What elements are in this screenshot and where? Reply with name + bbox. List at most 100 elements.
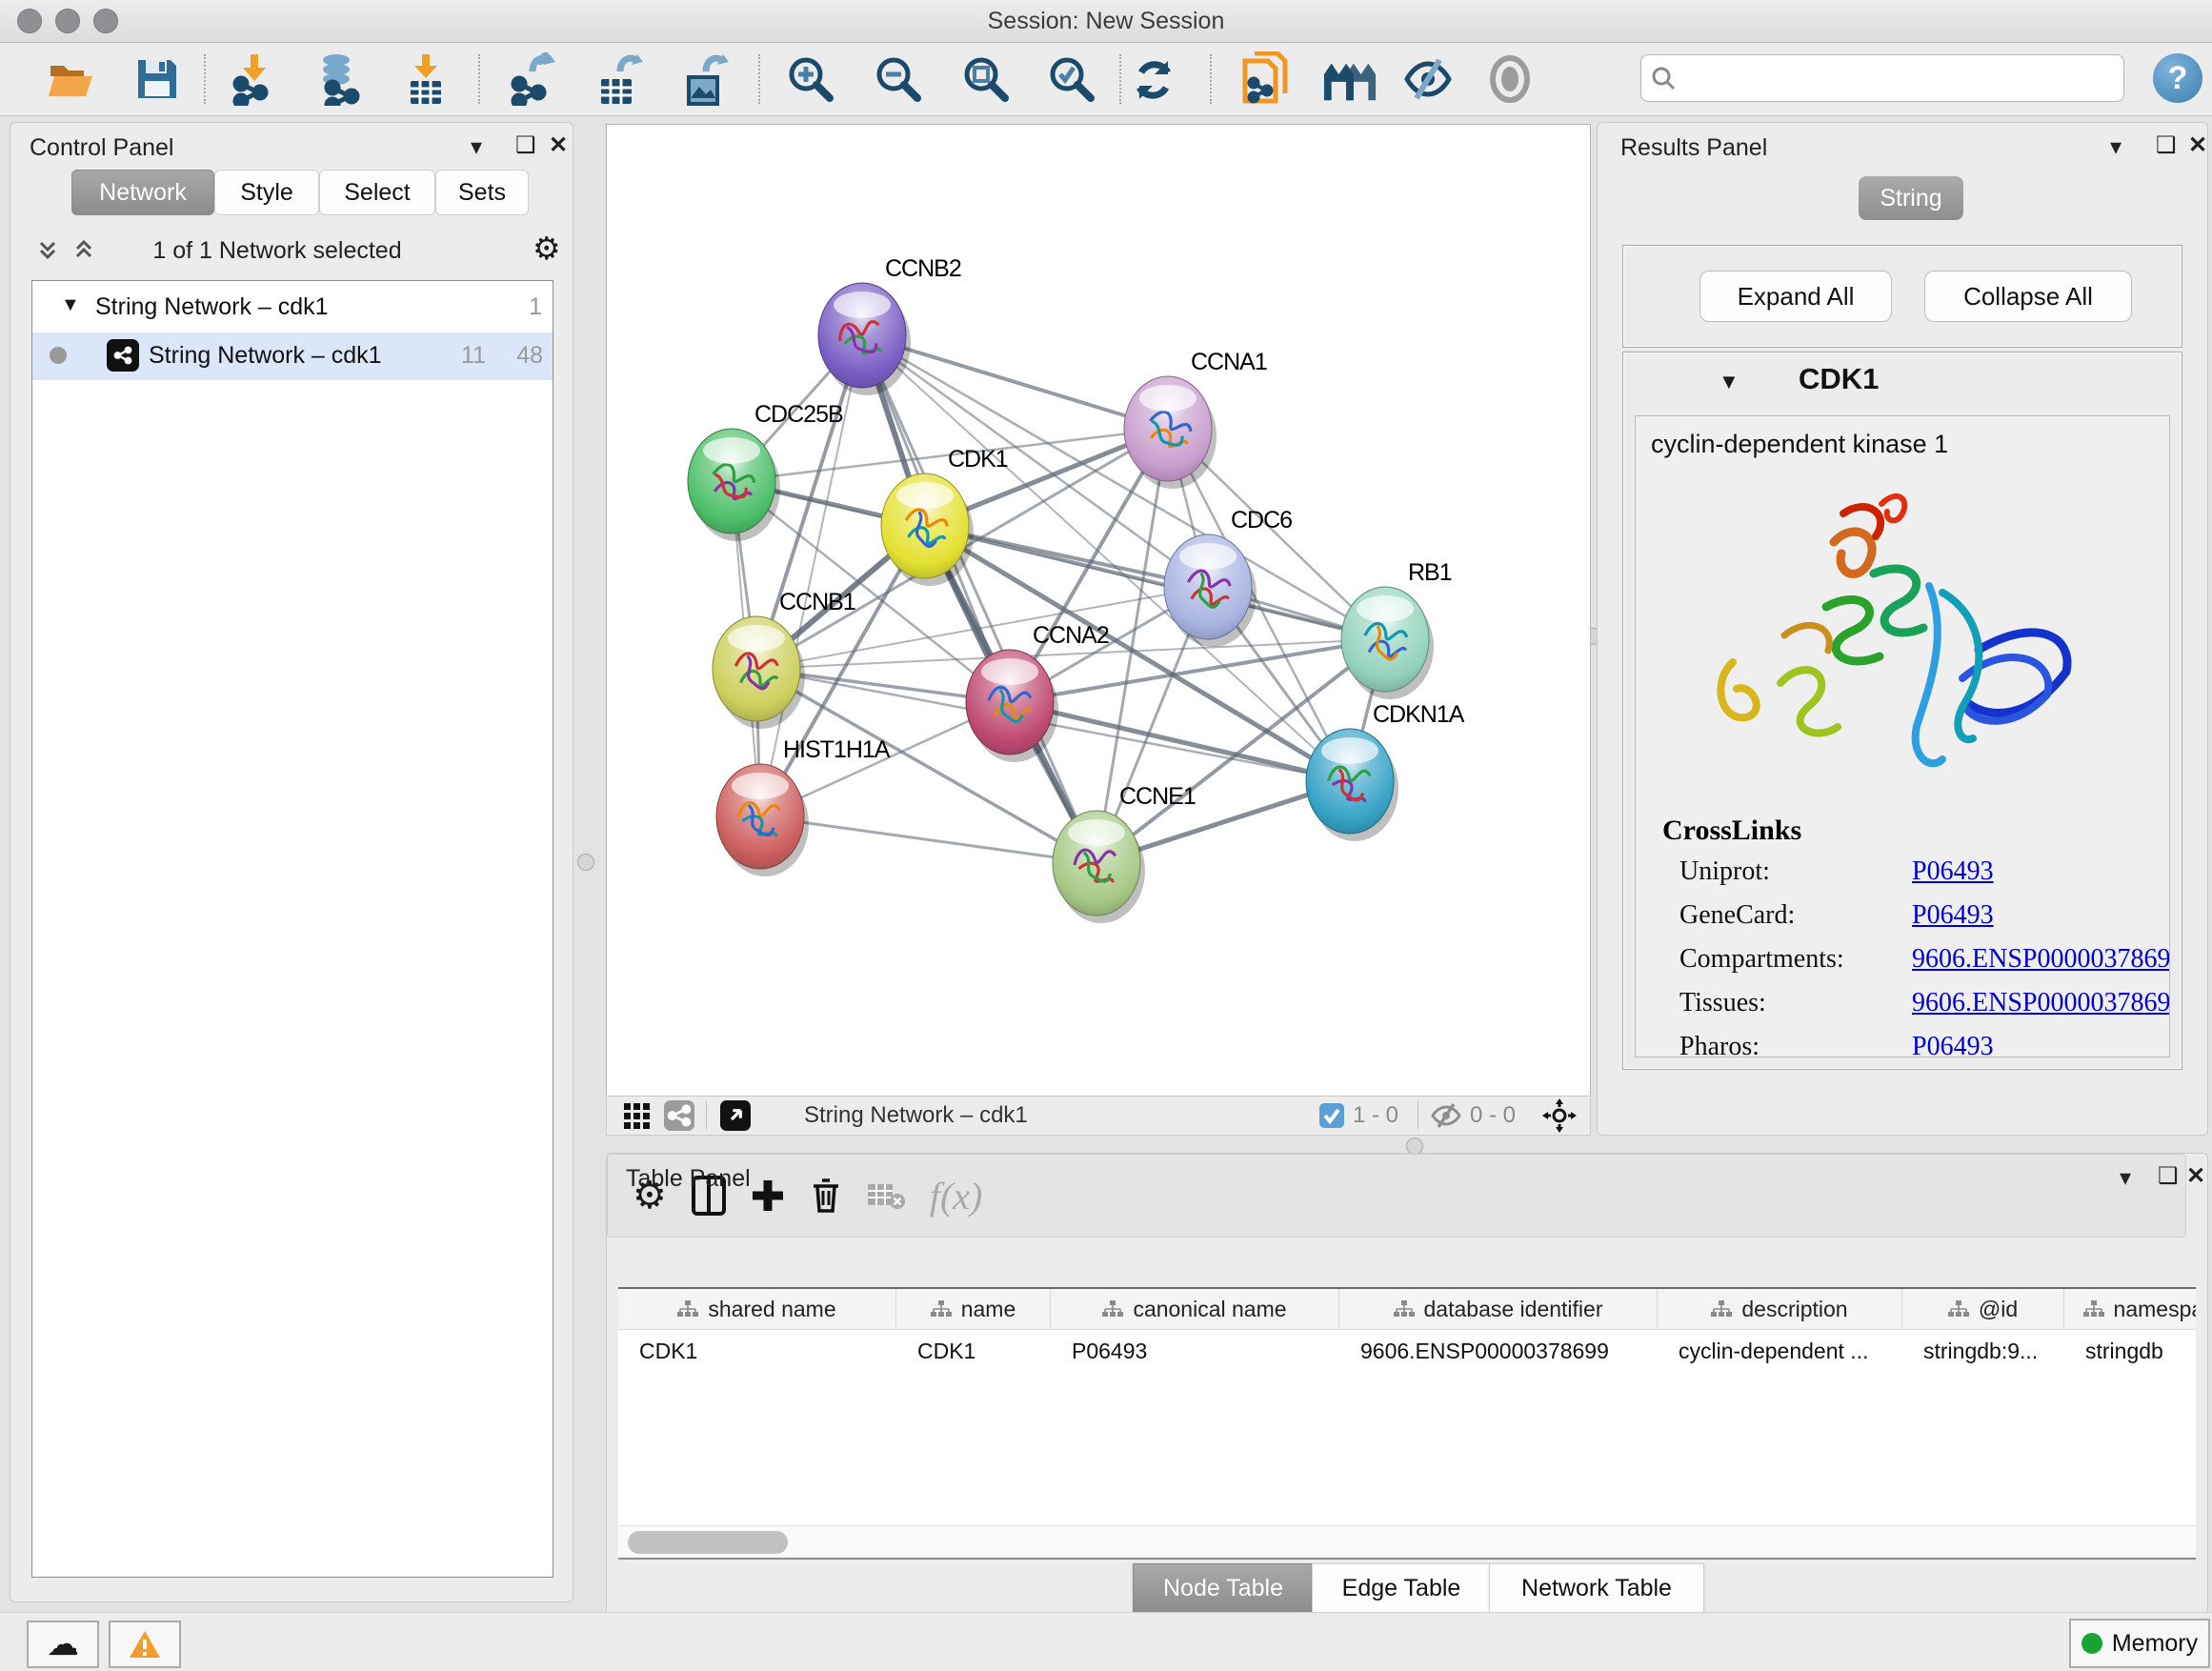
zoom-out-icon[interactable] [871, 50, 926, 108]
node-label: CDKN1A [1373, 701, 1465, 728]
memory-status-dot [2081, 1633, 2102, 1654]
first-neighbors-icon[interactable] [1322, 50, 1377, 108]
zoom-in-icon[interactable] [783, 50, 838, 108]
protein-structure-image[interactable] [1693, 483, 2112, 797]
network-node[interactable]: HIST1H1A [716, 736, 891, 876]
delete-column-icon[interactable] [810, 1177, 842, 1215]
table-cell[interactable]: cyclin-dependent ... [1658, 1339, 1902, 1364]
import-table-file-icon[interactable] [398, 50, 453, 108]
tab-node-table[interactable]: Node Table [1133, 1563, 1314, 1613]
hide-selected-icon[interactable] [1400, 50, 1456, 108]
network-row-selected[interactable]: String Network – cdk1 11 48 [32, 332, 553, 380]
horizontal-scrollbar[interactable] [618, 1525, 2196, 1559]
table-cell[interactable]: CDK1 [896, 1339, 1051, 1364]
panel-close-icon[interactable]: ✕ [2186, 1165, 2205, 1188]
warnings-button[interactable] [109, 1621, 181, 1668]
tab-sets[interactable]: Sets [435, 170, 529, 215]
panel-float-icon[interactable]: ❑ [2158, 1165, 2179, 1188]
tab-edge-table[interactable]: Edge Table [1312, 1563, 1491, 1613]
export-image-icon[interactable] [676, 50, 732, 108]
collapse-all-button[interactable]: Collapse All [1924, 271, 2132, 322]
network-node[interactable]: CCNB2 [818, 255, 961, 395]
show-all-icon[interactable] [1482, 50, 1538, 108]
column-header-canonical-name[interactable]: canonical name [1051, 1289, 1339, 1329]
column-header-shared-name[interactable]: shared name [618, 1289, 896, 1329]
table-toolbar: ⚙ f(x) [607, 1154, 2186, 1238]
crosslink-link[interactable]: P06493 [1912, 856, 1994, 887]
crosslink-link[interactable]: P06493 [1912, 900, 1994, 931]
selected-checkbox-icon[interactable] [1318, 1102, 1345, 1129]
export-network-icon[interactable] [505, 50, 560, 108]
network-node[interactable]: RB1 [1341, 559, 1452, 699]
panel-close-icon[interactable]: ✕ [549, 134, 568, 157]
network-collection-row[interactable]: ▼ String Network – cdk1 1 [32, 289, 553, 329]
export-table-icon[interactable] [591, 50, 646, 108]
search-input[interactable] [1683, 64, 2114, 92]
import-network-database-icon[interactable] [312, 50, 368, 108]
column-header-description[interactable]: description [1658, 1289, 1902, 1329]
zoom-selected-icon[interactable] [1044, 50, 1099, 108]
network-label: String Network – cdk1 [149, 342, 382, 370]
network-canvas[interactable]: CCNB2CCNA1CDC25BCDK1CDC6RB1CCNB1CCNA2CDK… [606, 124, 1591, 1097]
collection-label: String Network – cdk1 [95, 293, 329, 321]
tab-style[interactable]: Style [214, 170, 319, 215]
network-node[interactable]: CDC6 [1164, 507, 1292, 647]
tab-network-table[interactable]: Network Table [1489, 1563, 1704, 1613]
network-node[interactable]: CCNB1 [713, 589, 855, 729]
expand-all-button[interactable]: Expand All [1699, 271, 1892, 322]
expand-all-icon[interactable] [70, 235, 98, 269]
table-cell[interactable]: stringdb:9... [1902, 1339, 2064, 1364]
table-row[interactable]: CDK1CDK1P064939606.ENSP00000378699cyclin… [618, 1330, 2196, 1372]
section-expander-icon[interactable]: ▼ [1719, 370, 1739, 394]
grid-view-icon[interactable] [622, 1101, 651, 1130]
table-cell[interactable]: stringdb [2064, 1339, 2196, 1364]
vertical-splitter-handle-left[interactable] [577, 854, 594, 871]
scrollbar-thumb[interactable] [628, 1531, 788, 1554]
save-session-icon[interactable] [130, 50, 185, 108]
panel-close-icon[interactable]: ✕ [2188, 134, 2207, 157]
function-builder-icon[interactable]: f(x) [930, 1174, 983, 1218]
help-icon[interactable]: ? [2153, 53, 2202, 103]
network-node[interactable]: CDKN1A [1306, 701, 1465, 841]
panel-menu-icon[interactable]: ▾ [2120, 1167, 2131, 1190]
column-header--id[interactable]: @id [1902, 1289, 2064, 1329]
tab-string[interactable]: String [1859, 176, 1963, 220]
panel-float-icon[interactable]: ❑ [2156, 134, 2177, 157]
birds-eye-view-icon[interactable] [1542, 1098, 1577, 1133]
tab-select[interactable]: Select [319, 170, 435, 215]
network-share-view-icon[interactable] [664, 1100, 694, 1131]
clone-network-icon[interactable] [1238, 50, 1294, 108]
collection-expander-icon[interactable]: ▼ [61, 294, 80, 316]
hidden-eye-icon[interactable] [1430, 1102, 1462, 1129]
apply-style-refresh-icon[interactable] [1126, 50, 1181, 108]
network-node[interactable]: CCNE1 [1053, 783, 1196, 923]
search-box[interactable] [1640, 54, 2124, 102]
panel-menu-icon[interactable]: ▾ [2110, 136, 2122, 159]
zoom-fit-icon[interactable] [958, 50, 1014, 108]
column-header-namespace[interactable]: namespace [2064, 1289, 2196, 1329]
delete-table-icon[interactable] [867, 1180, 905, 1211]
table-cell[interactable]: CDK1 [618, 1339, 896, 1364]
network-node[interactable]: CCNA1 [1124, 349, 1267, 489]
network-options-gear-icon[interactable]: ⚙ [533, 230, 561, 267]
panel-float-icon[interactable]: ❑ [515, 134, 536, 157]
column-header-database-identifier[interactable]: database identifier [1339, 1289, 1658, 1329]
crosslink-link[interactable]: 9606.ENSP00000378699 [1912, 988, 2170, 1018]
memory-button[interactable]: Memory [2069, 1619, 2210, 1668]
create-column-icon[interactable] [751, 1178, 785, 1213]
import-network-file-icon[interactable] [227, 50, 282, 108]
table-cell[interactable]: 9606.ENSP00000378699 [1339, 1339, 1658, 1364]
panel-menu-icon[interactable]: ▾ [471, 136, 482, 159]
crosslink-link[interactable]: 9606.ENSP00000378699 [1912, 944, 2170, 975]
detach-view-icon[interactable] [720, 1100, 751, 1131]
results-actions-box: Expand All Collapse All [1622, 245, 2182, 348]
crosslink-link[interactable]: P06493 [1912, 1032, 1994, 1057]
table-header-row: shared namenamecanonical namedatabase id… [618, 1289, 2196, 1330]
column-header-name[interactable]: name [896, 1289, 1051, 1329]
cloud-button[interactable]: ☁ [27, 1621, 99, 1668]
collapse-all-icon[interactable] [33, 235, 62, 269]
tab-network[interactable]: Network [71, 170, 214, 215]
network-graph[interactable]: CCNB2CCNA1CDC25BCDK1CDC6RB1CCNB1CCNA2CDK… [607, 125, 1590, 1097]
open-session-icon[interactable] [44, 50, 99, 108]
table-cell[interactable]: P06493 [1051, 1339, 1339, 1364]
